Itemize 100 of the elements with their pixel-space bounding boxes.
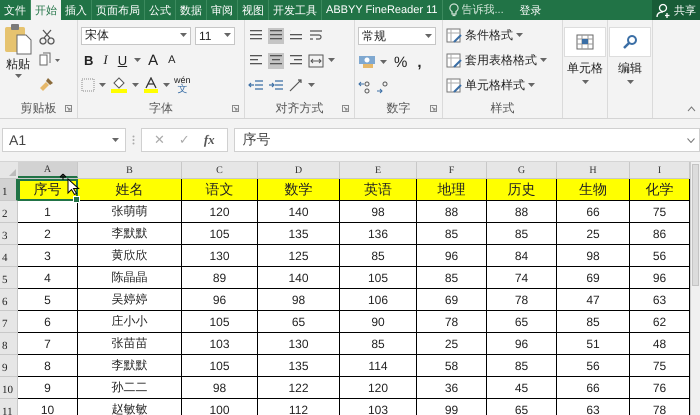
- table-cell[interactable]: 125: [258, 245, 340, 267]
- caret-icon[interactable]: [516, 33, 523, 38]
- table-cell[interactable]: 122: [258, 377, 340, 399]
- caret-icon[interactable]: [134, 58, 142, 63]
- header-cell[interactable]: 地理: [417, 179, 487, 201]
- table-cell[interactable]: 45: [487, 377, 557, 399]
- menu-tab[interactable]: 开始: [31, 0, 61, 20]
- table-cell[interactable]: 105: [182, 355, 258, 377]
- caret-icon[interactable]: [163, 82, 170, 88]
- caret-icon[interactable]: [582, 80, 588, 85]
- header-cell[interactable]: 语文: [182, 179, 258, 201]
- table-cell[interactable]: 2: [18, 223, 78, 245]
- table-cell[interactable]: 96: [417, 245, 487, 267]
- table-cell[interactable]: 85: [417, 267, 487, 289]
- table-cell[interactable]: 85: [340, 245, 417, 267]
- collapse-ribbon-icon[interactable]: [687, 106, 696, 112]
- header-cell[interactable]: 姓名: [78, 179, 182, 201]
- align-middle-icon[interactable]: [268, 28, 284, 44]
- table-cell[interactable]: 135: [258, 355, 340, 377]
- table-cell[interactable]: 105: [182, 311, 258, 333]
- table-cell[interactable]: 25: [557, 223, 630, 245]
- decrease-decimal-icon[interactable]: [376, 80, 390, 94]
- table-cell[interactable]: 陈晶晶: [78, 267, 182, 289]
- table-cell[interactable]: 140: [258, 201, 340, 223]
- column-header[interactable]: F: [417, 162, 487, 178]
- row-header[interactable]: 9: [0, 355, 18, 377]
- table-cell[interactable]: 65: [487, 311, 557, 333]
- table-cell[interactable]: 66: [557, 377, 630, 399]
- row-header[interactable]: 2: [0, 201, 18, 223]
- caret-icon[interactable]: [528, 83, 535, 88]
- table-cell[interactable]: 6: [18, 311, 78, 333]
- borders-icon[interactable]: [81, 78, 95, 92]
- dialog-launcher-icon[interactable]: [342, 105, 349, 112]
- column-header[interactable]: G: [487, 162, 557, 178]
- table-cell[interactable]: 4: [18, 267, 78, 289]
- insert-function-button[interactable]: fx: [204, 132, 215, 148]
- table-cell[interactable]: 张萌萌: [78, 201, 182, 223]
- row-header[interactable]: 7: [0, 311, 18, 333]
- table-cell[interactable]: 李默默: [78, 355, 182, 377]
- table-cell[interactable]: 66: [557, 201, 630, 223]
- table-cell[interactable]: 130: [182, 245, 258, 267]
- table-cell[interactable]: 88: [487, 201, 557, 223]
- table-cell[interactable]: 90: [340, 311, 417, 333]
- table-cell[interactable]: 85: [340, 333, 417, 355]
- row-header[interactable]: 6: [0, 289, 18, 311]
- number-format-field[interactable]: 常规: [358, 27, 436, 46]
- table-cell[interactable]: 36: [417, 377, 487, 399]
- caret-icon[interactable]: [540, 58, 547, 63]
- table-cell[interactable]: 65: [487, 399, 557, 415]
- name-box-field[interactable]: A1: [2, 128, 126, 152]
- table-cell[interactable]: 98: [557, 245, 630, 267]
- table-cell[interactable]: 58: [417, 355, 487, 377]
- row-header[interactable]: 1: [0, 179, 18, 201]
- table-cell[interactable]: 106: [340, 289, 417, 311]
- editing-button[interactable]: 编辑: [611, 23, 649, 85]
- caret-icon[interactable]: [180, 33, 187, 38]
- fill-handle[interactable]: [73, 196, 80, 203]
- increase-decimal-icon[interactable]: [358, 80, 372, 94]
- tell-me-field[interactable]: 告诉我...: [462, 4, 510, 16]
- row-header[interactable]: 11: [0, 399, 18, 415]
- formula-input[interactable]: 序号: [234, 128, 700, 152]
- header-cell[interactable]: 生物: [557, 179, 630, 201]
- expand-icon[interactable]: [687, 138, 695, 142]
- table-cell[interactable]: 105: [182, 223, 258, 245]
- table-cell[interactable]: 63: [557, 399, 630, 415]
- table-cell[interactable]: 孙二二: [78, 377, 182, 399]
- table-cell[interactable]: 140: [258, 267, 340, 289]
- column-header[interactable]: C: [182, 162, 258, 178]
- table-cell[interactable]: 84: [487, 245, 557, 267]
- table-cell[interactable]: 103: [182, 333, 258, 355]
- increase-font-button[interactable]: A: [145, 52, 162, 69]
- header-cell[interactable]: 数学: [258, 179, 340, 201]
- table-cell[interactable]: 65: [258, 311, 340, 333]
- table-cell[interactable]: 85: [557, 311, 630, 333]
- column-header[interactable]: E: [340, 162, 417, 178]
- caret-icon[interactable]: [14, 74, 22, 79]
- table-cell[interactable]: 120: [182, 201, 258, 223]
- style-menu-button[interactable]: 套用表格格式: [446, 52, 559, 69]
- dialog-launcher-icon[interactable]: [232, 105, 239, 112]
- table-cell[interactable]: 3: [18, 245, 78, 267]
- table-cell[interactable]: 47: [557, 289, 630, 311]
- table-cell[interactable]: 98: [258, 289, 340, 311]
- table-cell[interactable]: 吴婷婷: [78, 289, 182, 311]
- fill-color-icon[interactable]: [110, 77, 128, 94]
- percent-button[interactable]: %: [391, 54, 410, 71]
- underline-button[interactable]: U: [114, 52, 130, 68]
- share-button[interactable]: 共享: [652, 0, 700, 20]
- table-cell[interactable]: 张苗苗: [78, 333, 182, 355]
- table-cell[interactable]: 135: [258, 223, 340, 245]
- caret-icon[interactable]: [626, 80, 634, 85]
- align-center-icon[interactable]: [268, 52, 284, 68]
- table-cell[interactable]: 51: [557, 333, 630, 355]
- header-cell[interactable]: 历史: [487, 179, 557, 201]
- table-cell[interactable]: 112: [258, 399, 340, 415]
- column-header[interactable]: H: [557, 162, 630, 178]
- sign-in-link[interactable]: 登录: [514, 0, 548, 20]
- caret-icon[interactable]: [380, 60, 387, 65]
- font-size-field[interactable]: 11: [195, 26, 235, 45]
- table-cell[interactable]: 88: [417, 201, 487, 223]
- table-cell[interactable]: 黄欣欣: [78, 245, 182, 267]
